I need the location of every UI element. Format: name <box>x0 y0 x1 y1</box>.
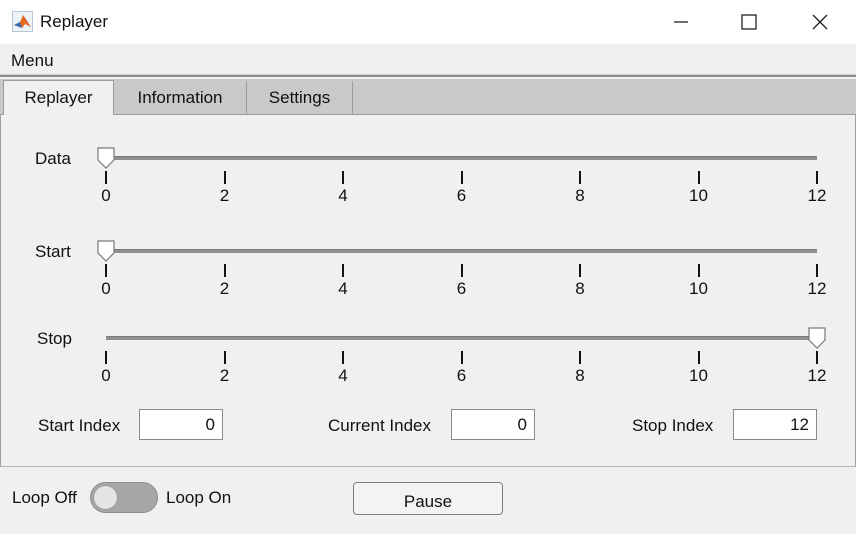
stop-index-field[interactable]: 12 <box>733 409 817 440</box>
close-icon[interactable] <box>791 0 849 44</box>
maximize-icon[interactable] <box>720 0 778 44</box>
stop-slider-tick <box>342 351 344 364</box>
start-slider-tick <box>697 264 700 277</box>
stop-slider-track[interactable] <box>106 336 817 340</box>
stop-slider-tick <box>579 351 581 364</box>
stop-slider-tick <box>105 351 107 364</box>
replayer-panel: Data Start Stop Start Index 0 Current In… <box>0 115 856 467</box>
start-index-field[interactable]: 0 <box>139 409 223 440</box>
data-slider-tick <box>223 171 226 184</box>
title-bar: Replayer <box>0 0 856 44</box>
stop-slider-tick-label: 6 <box>456 366 467 385</box>
tab-replayer[interactable]: Replayer <box>3 80 114 115</box>
start-slider-track[interactable] <box>106 249 817 253</box>
stop-slider-tick-label: 8 <box>575 366 585 385</box>
stop-slider-tick <box>460 351 463 364</box>
stop-slider-thumb[interactable] <box>808 327 826 349</box>
current-index-field[interactable]: 0 <box>451 409 535 440</box>
current-index-label: Current Index <box>328 416 431 435</box>
data-slider-tick-label: 10 <box>689 186 708 205</box>
matlab-icon <box>12 11 33 32</box>
tab-settings[interactable]: Settings <box>247 81 353 114</box>
data-slider-tick-label: 0 <box>101 186 111 205</box>
stop-slider-tick-label: 0 <box>101 366 111 385</box>
stop-slider-tick <box>697 351 700 364</box>
start-slider-thumb[interactable] <box>97 240 115 262</box>
start-slider-tick <box>223 264 226 277</box>
data-slider-tick-label: 12 <box>807 186 827 205</box>
loop-on-label: Loop On <box>166 488 232 507</box>
start-slider-tick <box>579 264 581 277</box>
start-index-label: Start Index <box>38 416 121 435</box>
loop-off-label: Loop Off <box>12 488 77 507</box>
data-slider-thumb[interactable] <box>97 147 115 169</box>
pause-button[interactable]: Pause <box>353 482 503 515</box>
start-slider-tick <box>342 264 344 277</box>
stop-slider-tick <box>816 351 818 364</box>
start-slider-tick-label: 12 <box>807 279 827 298</box>
start-slider-tick-label: 8 <box>575 279 585 298</box>
data-slider-tick-label: 4 <box>338 186 348 205</box>
menu-divider <box>0 75 856 77</box>
stop-slider-label: Stop <box>37 329 72 348</box>
data-slider-tick <box>579 171 581 184</box>
data-slider-tick-label: 6 <box>456 186 467 205</box>
minimize-icon[interactable] <box>652 0 710 44</box>
stop-index-label: Stop Index <box>632 416 714 435</box>
window-title: Replayer <box>40 12 109 31</box>
start-slider-tick-label: 2 <box>219 279 230 298</box>
data-slider-tick <box>460 171 463 184</box>
start-slider-tick <box>105 264 107 277</box>
start-slider-tick <box>460 264 463 277</box>
tab-information[interactable]: Information <box>114 81 247 114</box>
data-slider-tick <box>816 171 818 184</box>
data-slider-track[interactable] <box>106 156 817 160</box>
start-slider-tick-label: 4 <box>338 279 348 298</box>
toggle-knob[interactable] <box>93 485 118 510</box>
start-slider-tick-label: 10 <box>689 279 708 298</box>
stop-slider-tick-label: 2 <box>219 366 230 385</box>
data-slider-tick <box>342 171 344 184</box>
loop-toggle-switch[interactable] <box>90 482 158 513</box>
start-slider-tick-label: 6 <box>456 279 467 298</box>
data-slider-label: Data <box>35 149 71 168</box>
start-slider-tick-label: 0 <box>101 279 111 298</box>
stop-slider-tick <box>223 351 226 364</box>
start-slider-tick <box>816 264 818 277</box>
start-slider-label: Start <box>35 242 71 261</box>
tab-strip: Replayer Information Settings <box>0 79 856 115</box>
stop-slider-tick-label: 12 <box>807 366 827 385</box>
data-slider-tick-label: 2 <box>219 186 230 205</box>
menu-bar: Menu <box>0 44 856 75</box>
data-slider-tick <box>697 171 700 184</box>
stop-slider-tick-label: 10 <box>689 366 708 385</box>
menu-item-menu[interactable]: Menu <box>11 51 54 71</box>
data-slider-tick-label: 8 <box>575 186 585 205</box>
data-slider-tick <box>105 171 107 184</box>
stop-slider-tick-label: 4 <box>338 366 348 385</box>
